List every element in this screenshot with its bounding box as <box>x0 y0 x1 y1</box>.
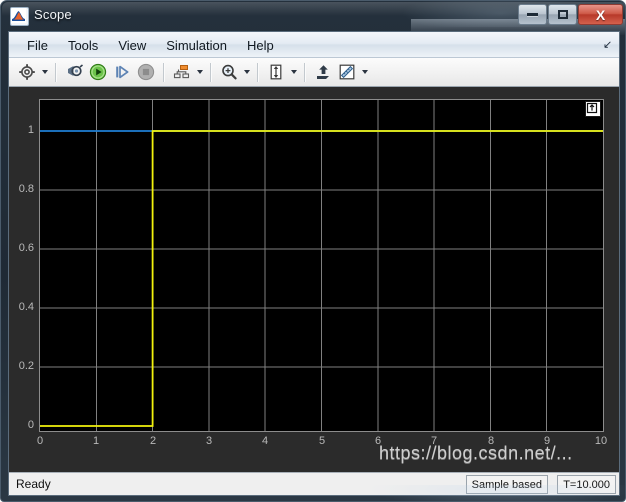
measurements-caret[interactable] <box>359 60 370 84</box>
status-message: Ready <box>16 477 51 491</box>
configuration-properties-button[interactable] <box>15 60 39 84</box>
menu-item-simulation[interactable]: Simulation <box>156 35 237 56</box>
y-tick-label: 0.2 <box>18 360 34 372</box>
menu-bar: File Tools View Simulation Help ↘ <box>9 32 619 58</box>
configuration-properties-caret[interactable] <box>39 60 50 84</box>
status-bar: Ready Sample based T=10.000 <box>9 472 619 495</box>
measurements-button[interactable] <box>335 60 359 84</box>
simulation-time-pane: T=10.000 <box>557 475 616 494</box>
toolbar-separator <box>55 62 57 82</box>
client-area: File Tools View Simulation Help ↘ 1 0.8 … <box>8 31 620 496</box>
x-tick-label: 10 <box>594 435 608 447</box>
signal-selection-caret[interactable] <box>194 60 205 84</box>
scope-window: Scope X File Tools View Simulation Help <box>0 0 626 502</box>
x-tick-label: 6 <box>374 435 382 447</box>
x-axis-labels: 0 1 2 3 4 5 6 7 8 9 10 <box>36 435 608 453</box>
toolbar <box>9 58 619 87</box>
menu-item-file[interactable]: File <box>17 35 58 56</box>
menu-item-tools[interactable]: Tools <box>58 35 108 56</box>
minimize-button[interactable] <box>518 4 547 25</box>
x-tick-label: 4 <box>261 435 269 447</box>
close-icon: X <box>595 6 606 23</box>
x-tick-label: 1 <box>92 435 100 447</box>
title-bar[interactable]: Scope X <box>1 1 625 31</box>
toolbar-separator <box>163 62 165 82</box>
x-tick-label: 3 <box>205 435 213 447</box>
step-forward-button[interactable] <box>110 60 134 84</box>
x-tick-label: 8 <box>487 435 495 447</box>
signal-selection-button[interactable] <box>170 60 194 84</box>
y-tick-label: 0.4 <box>18 301 34 313</box>
toolbar-separator <box>304 62 306 82</box>
maximize-button[interactable] <box>548 4 577 25</box>
x-tick-label: 9 <box>543 435 551 447</box>
autoscale-caret[interactable] <box>288 60 299 84</box>
x-tick-label: 2 <box>149 435 157 447</box>
y-tick-label: 0.6 <box>18 242 34 254</box>
close-button[interactable]: X <box>578 4 623 25</box>
matlab-scope-icon <box>10 7 29 26</box>
window-controls: X <box>517 4 623 26</box>
plot-axes[interactable] <box>39 99 604 432</box>
y-axis-labels: 1 0.8 0.6 0.4 0.2 0 <box>9 99 34 432</box>
toolbar-separator <box>210 62 212 82</box>
y-tick-label: 1 <box>27 124 34 136</box>
menu-overflow-arrow-icon[interactable]: ↘ <box>603 38 612 51</box>
x-tick-label: 0 <box>36 435 44 447</box>
x-tick-label: 7 <box>430 435 438 447</box>
scope-plot-panel: 1 0.8 0.6 0.4 0.2 0 0 1 2 3 4 5 6 7 8 9 … <box>9 87 619 472</box>
stop-button[interactable] <box>134 60 158 84</box>
menu-item-view[interactable]: View <box>108 35 156 56</box>
run-button[interactable] <box>86 60 110 84</box>
scale-axes-limits-button[interactable] <box>311 60 335 84</box>
sample-mode-pane: Sample based <box>465 475 548 494</box>
autoscale-button[interactable] <box>264 60 288 84</box>
connect-to-model-button[interactable] <box>62 60 86 84</box>
x-tick-label: 5 <box>318 435 326 447</box>
legend-toggle-icon[interactable] <box>585 101 601 117</box>
menu-item-help[interactable]: Help <box>237 35 284 56</box>
zoom-button[interactable] <box>217 60 241 84</box>
window-title: Scope <box>34 7 72 22</box>
y-tick-label: 0.8 <box>18 183 34 195</box>
plot-canvas <box>40 100 603 431</box>
y-tick-label: 0 <box>27 419 34 431</box>
zoom-caret[interactable] <box>241 60 252 84</box>
toolbar-separator <box>257 62 259 82</box>
